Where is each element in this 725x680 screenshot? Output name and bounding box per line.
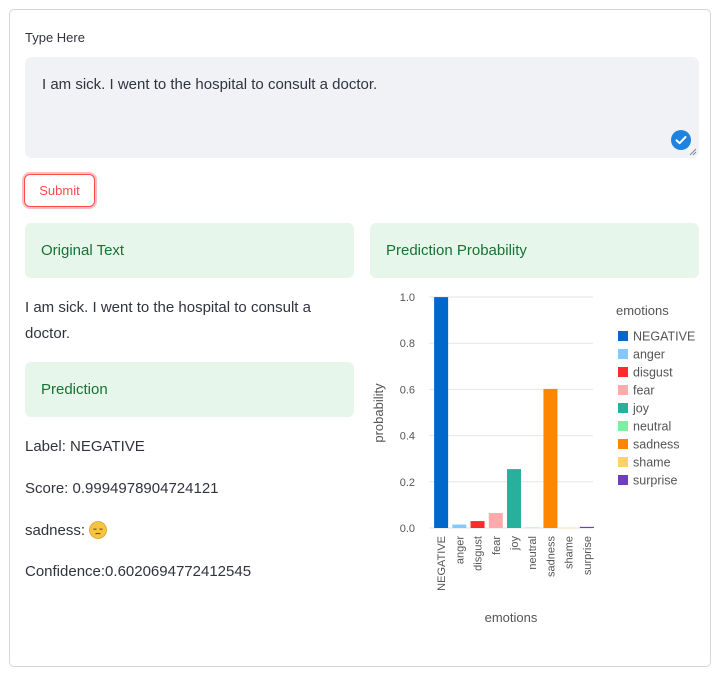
- emotion-result: sadness:: [25, 521, 108, 539]
- bar-disgust[interactable]: [470, 521, 485, 528]
- bar-negative[interactable]: [434, 297, 449, 528]
- legend-item-disgust: disgust: [633, 366, 673, 380]
- x-tick-label: NEGATIVE: [436, 536, 448, 591]
- legend-swatch: [618, 439, 628, 449]
- y-tick-label: 0.0: [400, 523, 415, 535]
- bar-surprise[interactable]: [579, 526, 594, 528]
- legend-item-negative: NEGATIVE: [633, 330, 695, 344]
- prediction-score: Score: 0.9994978904724121: [25, 480, 219, 497]
- pensive-face-emoji-icon: [89, 521, 108, 539]
- original-text-line-1: I am sick. I went to the hospital to con…: [25, 299, 311, 316]
- input-label: Type Here: [25, 30, 85, 45]
- x-tick-label: disgust: [473, 536, 485, 571]
- prediction-probability-header: Prediction Probability: [370, 223, 699, 278]
- x-axis-ticks: NEGATIVE anger disgust fear joy neutral sadnes…: [436, 536, 594, 591]
- probability-bar-chart[interactable]: 0.0 0.2 0.4 0.6 0.8 1.0 NEGATIVE anger disgust f…: [365, 288, 705, 633]
- prediction-header: Prediction: [25, 362, 354, 417]
- resize-handle-icon[interactable]: [689, 148, 697, 156]
- legend-item-neutral: neutral: [633, 420, 671, 434]
- legend-swatch: [618, 331, 628, 341]
- y-tick-label: 0.2: [400, 477, 415, 489]
- x-tick-label: anger: [454, 536, 466, 564]
- y-tick-label: 1.0: [400, 292, 415, 304]
- original-text-header-label: Original Text: [41, 242, 125, 259]
- check-icon: [671, 130, 691, 150]
- original-text-header: Original Text: [25, 223, 354, 278]
- original-text-line-2: doctor.: [25, 325, 71, 342]
- legend-swatch: [618, 475, 628, 485]
- x-tick-label: joy: [509, 536, 521, 552]
- prediction-confidence: Confidence:0.6020694772412545: [25, 563, 252, 580]
- legend-swatch: [618, 385, 628, 395]
- x-axis-label: emotions: [485, 610, 538, 625]
- y-tick-label: 0.6: [400, 384, 415, 396]
- y-axis-label: probability: [371, 383, 386, 443]
- legend-item-anger: anger: [633, 348, 665, 362]
- bar-sadness[interactable]: [543, 388, 558, 528]
- bar-fear[interactable]: [488, 512, 503, 528]
- chart-bars: [434, 297, 594, 529]
- x-tick-label: shame: [564, 536, 576, 569]
- text-input-value: I am sick. I went to the hospital to con…: [42, 76, 378, 93]
- y-tick-label: 0.4: [400, 431, 415, 443]
- prediction-header-label: Prediction: [41, 381, 108, 398]
- legend-swatch: [618, 403, 628, 413]
- x-tick-label: surprise: [582, 536, 594, 575]
- legend-item-shame: shame: [633, 456, 671, 470]
- prediction-label: Label: NEGATIVE: [25, 438, 145, 455]
- legend-item-surprise: surprise: [633, 474, 678, 488]
- chart-legend: emotions NEGATIVE anger disgust fear joy neut…: [616, 303, 695, 488]
- text-input[interactable]: I am sick. I went to the hospital to con…: [25, 57, 699, 158]
- bar-anger[interactable]: [452, 524, 467, 528]
- legend-swatch: [618, 349, 628, 359]
- prediction-probability-header-label: Prediction Probability: [386, 242, 527, 259]
- legend-swatch: [618, 421, 628, 431]
- emotion-label: sadness:: [25, 522, 86, 539]
- legend-item-sadness: sadness: [633, 438, 680, 452]
- bar-neutral[interactable]: [525, 527, 540, 529]
- legend-item-joy: joy: [632, 402, 650, 416]
- y-axis-ticks: 0.0 0.2 0.4 0.6 0.8 1.0: [400, 292, 415, 535]
- bar-shame[interactable]: [561, 527, 576, 529]
- legend-swatch: [618, 457, 628, 467]
- legend-item-fear: fear: [633, 384, 655, 398]
- x-tick-label: neutral: [527, 536, 539, 570]
- y-tick-label: 0.8: [400, 338, 415, 350]
- bar-joy[interactable]: [507, 469, 521, 528]
- legend-swatch: [618, 367, 628, 377]
- x-tick-label: sadness: [545, 536, 557, 577]
- submit-button[interactable]: Submit: [24, 174, 95, 207]
- legend-title: emotions: [616, 303, 669, 318]
- x-tick-label: fear: [491, 536, 503, 555]
